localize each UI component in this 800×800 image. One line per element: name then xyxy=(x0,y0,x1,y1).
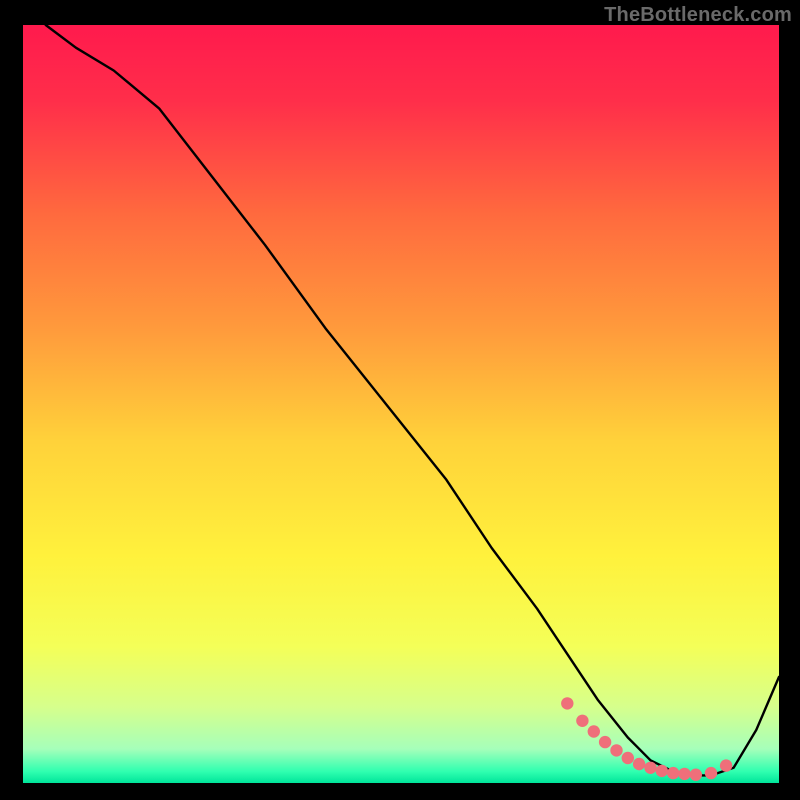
marker-dot xyxy=(644,762,656,774)
plot-background xyxy=(23,25,779,783)
chart-stage: TheBottleneck.com xyxy=(0,0,800,800)
marker-dot xyxy=(588,725,600,737)
marker-dot xyxy=(622,752,634,764)
marker-dot xyxy=(576,715,588,727)
marker-dot xyxy=(610,744,622,756)
marker-dot xyxy=(690,769,702,781)
marker-dot xyxy=(561,697,573,709)
marker-dot xyxy=(678,768,690,780)
marker-dot xyxy=(705,767,717,779)
marker-dot xyxy=(656,765,668,777)
chart-svg xyxy=(0,0,800,800)
marker-dot xyxy=(599,736,611,748)
marker-dot xyxy=(720,759,732,771)
watermark-text: TheBottleneck.com xyxy=(604,4,792,27)
marker-dot xyxy=(633,758,645,770)
marker-dot xyxy=(667,767,679,779)
